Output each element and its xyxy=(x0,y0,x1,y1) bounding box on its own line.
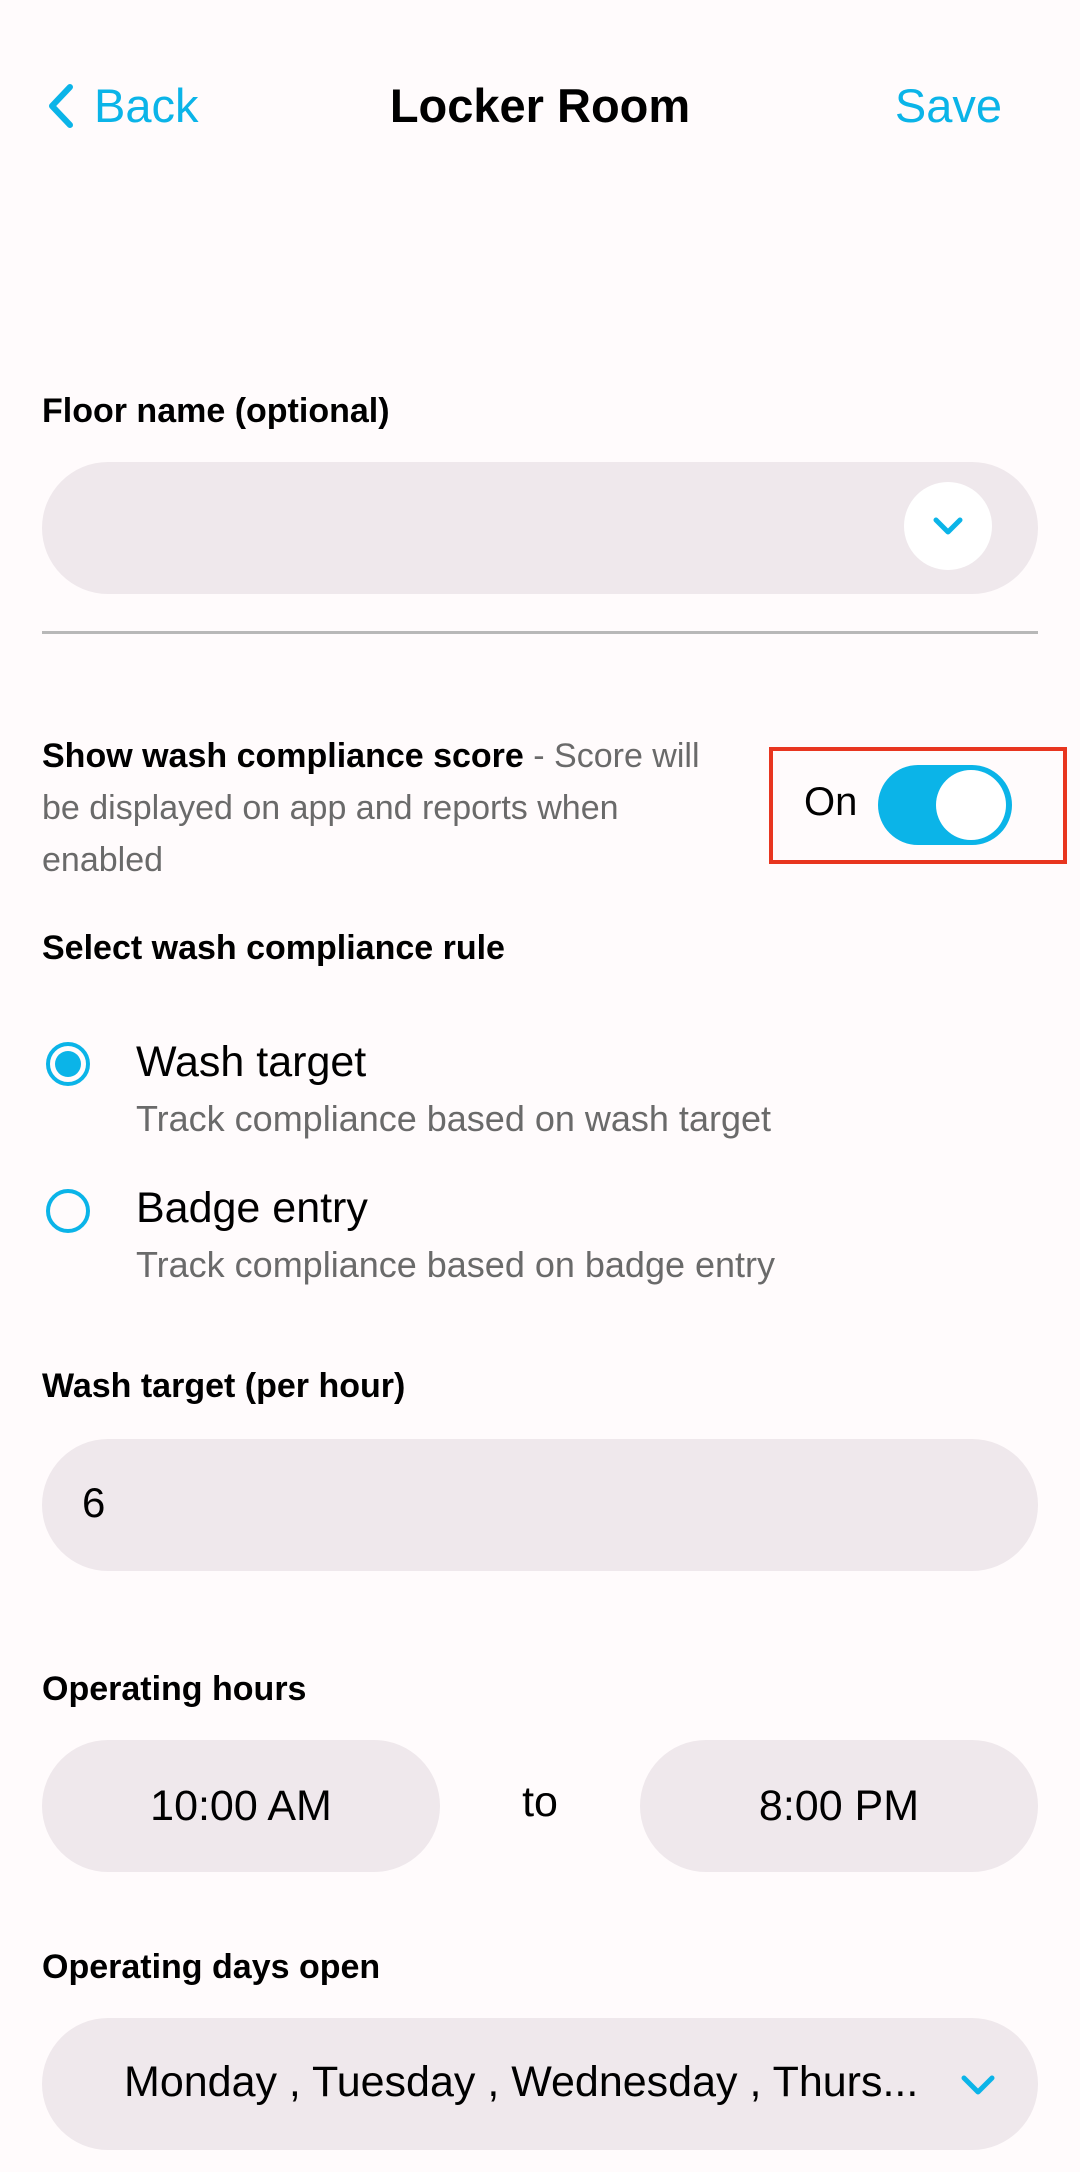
compliance-rule-label: Select wash compliance rule xyxy=(42,929,505,967)
wash-target-input[interactable]: 6 xyxy=(42,1439,1038,1571)
radio-badge-entry[interactable] xyxy=(46,1189,90,1233)
operating-days-value: Monday , Tuesday , Wednesday , Thurs... xyxy=(124,2058,919,2106)
time-range-separator: to xyxy=(522,1778,558,1826)
compliance-score-description: Show wash compliance score - Score will … xyxy=(42,730,742,886)
operating-days-dropdown[interactable]: Monday , Tuesday , Wednesday , Thurs... xyxy=(42,2018,1038,2150)
operating-days-label: Operating days open xyxy=(42,1948,381,1986)
locker-room-settings-screen: Back Locker Room Save Floor name (option… xyxy=(0,0,1080,2172)
compliance-score-separator: - xyxy=(523,737,555,775)
radio-selected-dot xyxy=(55,1051,81,1077)
wash-target-value: 6 xyxy=(82,1479,106,1526)
option-wash-target-title[interactable]: Wash target xyxy=(136,1038,366,1087)
option-wash-target-subtitle: Track compliance based on wash target xyxy=(136,1098,771,1139)
floor-dropdown-toggle[interactable] xyxy=(904,482,992,570)
header-bar: Back Locker Room Save xyxy=(0,60,1080,150)
end-time-picker[interactable]: 8:00 PM xyxy=(640,1740,1038,1872)
operating-hours-label: Operating hours xyxy=(42,1670,307,1708)
floor-name-dropdown[interactable] xyxy=(42,462,1038,594)
start-time-picker[interactable]: 10:00 AM xyxy=(42,1740,440,1872)
chevron-down-icon xyxy=(961,2075,995,2095)
compliance-score-toggle[interactable] xyxy=(878,765,1012,845)
wash-target-label: Wash target (per hour) xyxy=(42,1367,406,1405)
option-badge-entry-title[interactable]: Badge entry xyxy=(136,1184,368,1233)
floor-name-label: Floor name (optional) xyxy=(42,392,390,430)
save-button[interactable]: Save xyxy=(895,78,1002,133)
toggle-knob xyxy=(936,770,1006,840)
toggle-state-label: On xyxy=(804,780,858,824)
divider xyxy=(42,631,1038,634)
chevron-down-icon xyxy=(933,517,963,535)
radio-wash-target[interactable] xyxy=(46,1042,90,1086)
option-badge-entry-subtitle: Track compliance based on badge entry xyxy=(136,1244,776,1285)
compliance-score-title: Show wash compliance score xyxy=(42,737,524,775)
